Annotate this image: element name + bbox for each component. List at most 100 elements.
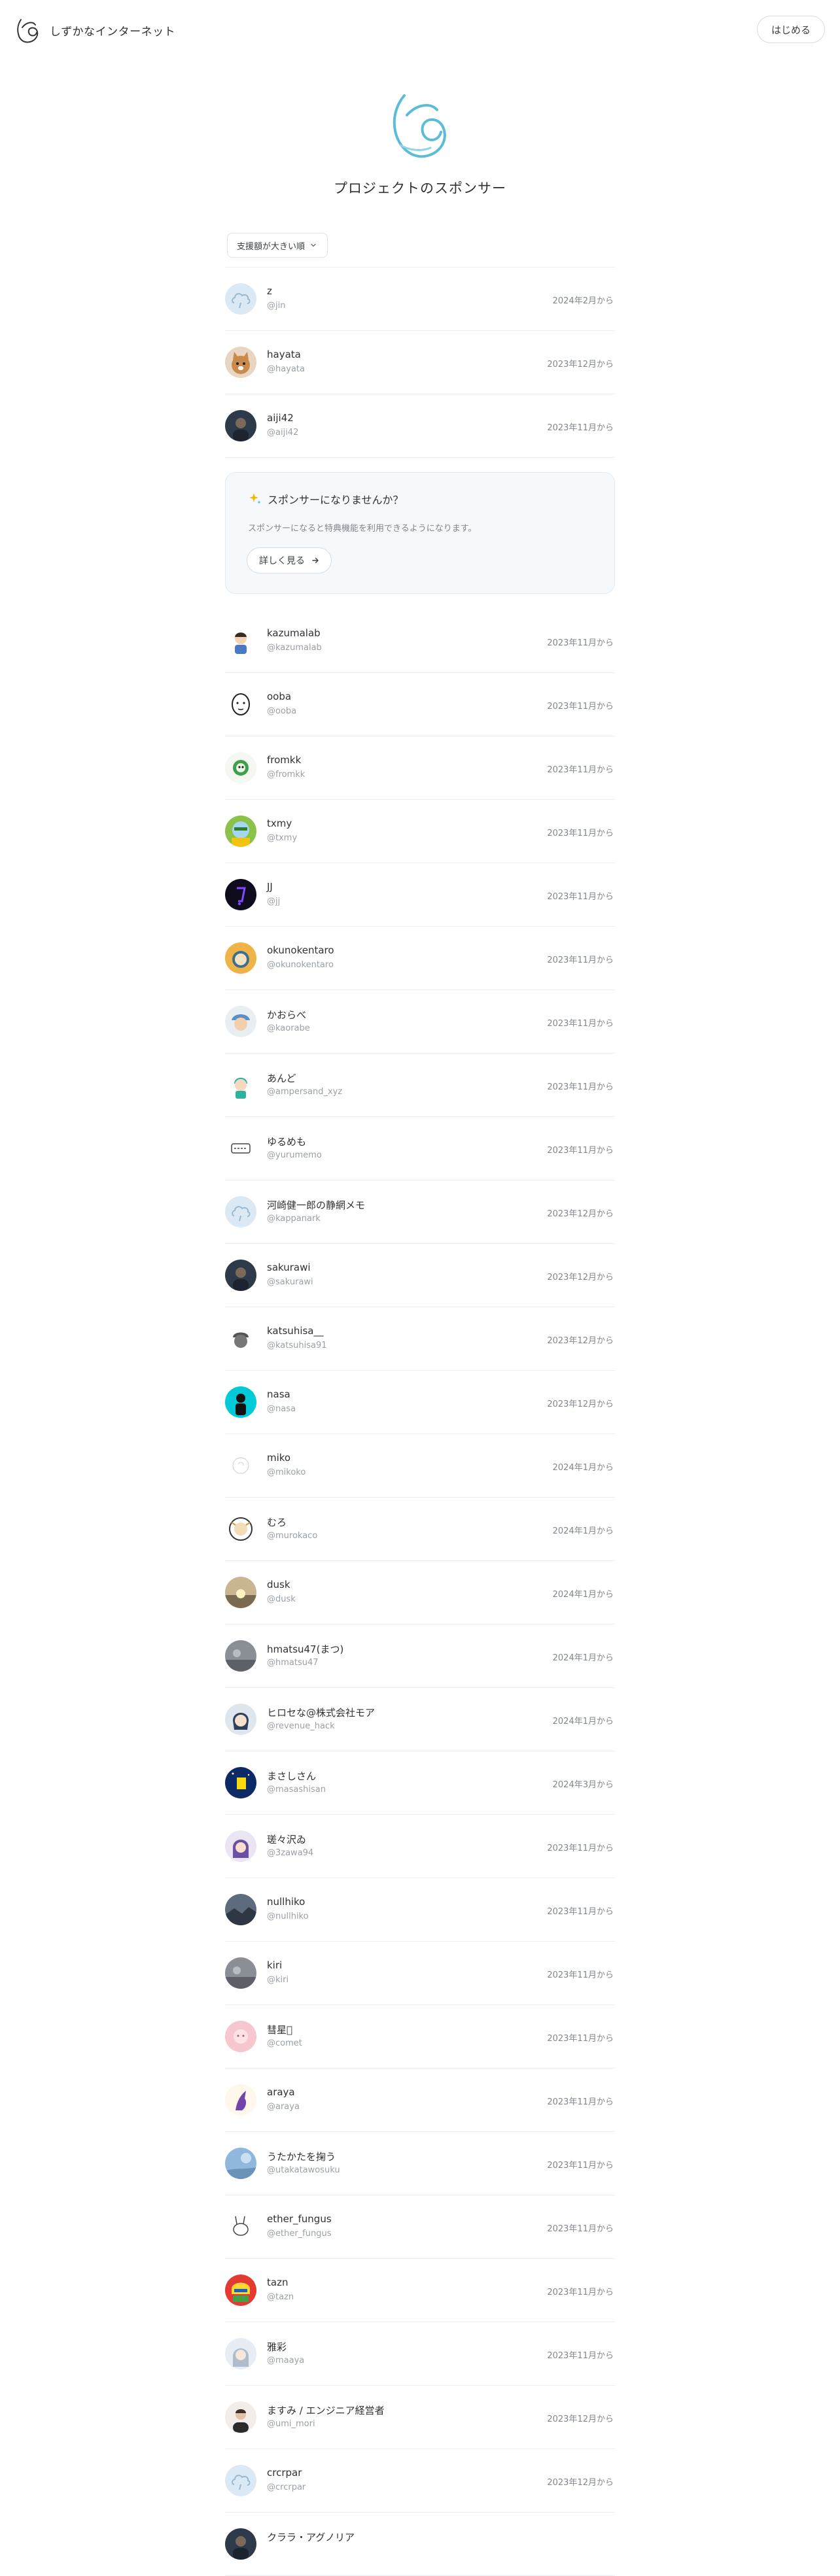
sponsor-since: 2023年12月から <box>547 1400 614 1409</box>
sponsor-handle: @dusk <box>267 1594 296 1604</box>
sponsor-since: 2023年12月から <box>547 1209 614 1219</box>
sponsor-row[interactable]: ヒロセな@株式会社モア @revenue_hack 2024年1月から <box>225 1688 615 1751</box>
promo-title: スポンサーになりませんか？ <box>248 491 404 507</box>
sponsor-since: 2024年2月から <box>552 296 614 306</box>
hero-logo-icon <box>393 94 446 158</box>
sort-dropdown[interactable]: 支援額が大きい順 <box>227 233 328 258</box>
avatar <box>225 347 256 378</box>
sponsor-name: かおらべ <box>267 1009 307 1021</box>
sponsor-name: txmy <box>267 817 292 829</box>
sponsor-row[interactable]: hmatsu47(まつ) @hmatsu47 2024年1月から <box>225 1624 615 1688</box>
sponsor-row[interactable]: nasa @nasa 2023年12月から <box>225 1371 615 1434</box>
sponsor-row[interactable]: クララ・アグノリア <box>225 2513 615 2576</box>
avatar <box>225 1069 256 1101</box>
sponsor-handle: @comet <box>267 2038 302 2048</box>
sponsor-row[interactable]: dusk @dusk 2024年1月から <box>225 1561 615 1624</box>
sponsor-since: 2023年11月から <box>547 2097 614 2107</box>
sponsor-name: 彗星  <box>267 2024 293 2036</box>
sponsor-handle: @masashisan <box>267 1785 326 1795</box>
sponsor-row[interactable]: sakurawi @sakurawi 2023年12月から <box>225 1244 615 1307</box>
sponsor-since: 2023年11月から <box>547 1146 614 1156</box>
sponsor-row[interactable]: まさしさん @masashisan 2024年3月から <box>225 1751 615 1815</box>
sponsor-row[interactable]: 彗星  @comet 2023年11月から <box>225 2005 615 2069</box>
avatar <box>225 1323 256 1354</box>
avatar <box>225 752 256 783</box>
sponsor-since: 2023年11月から <box>547 423 614 433</box>
avatar <box>225 1704 256 1735</box>
sponsor-handle: @jj <box>267 897 281 906</box>
sponsor-name: 瑳々沢ゐ <box>267 1834 307 1846</box>
sponsor-since: 2023年12月から <box>547 1336 614 1346</box>
sponsor-row[interactable]: katsuhisa__ @katsuhisa91 2023年12月から <box>225 1307 615 1371</box>
learn-more-button[interactable]: 詳しく見る <box>247 547 332 574</box>
sponsor-row[interactable]: ooba @ooba 2023年11月から <box>225 673 615 736</box>
sponsor-row[interactable]: kiri @kiri 2023年11月から <box>225 1942 615 2005</box>
sponsor-handle: @okunokentaro <box>267 960 334 970</box>
sponsor-handle: @revenue_hack <box>267 1721 335 1731</box>
avatar <box>225 942 256 974</box>
sponsor-handle: @hmatsu47 <box>267 1658 319 1668</box>
sponsor-name: 雅彩 <box>267 2341 287 2353</box>
sparkle-icon <box>249 493 261 504</box>
avatar <box>225 2338 256 2369</box>
sponsor-row[interactable]: nullhiko @nullhiko 2023年11月から <box>225 1878 615 1942</box>
avatar <box>225 2084 256 2116</box>
sponsor-name: クララ・アグノリア <box>267 2532 355 2543</box>
sponsor-handle: @mikoko <box>267 1468 306 1477</box>
sponsor-row[interactable]: かおらべ @kaorabe 2023年11月から <box>225 990 615 1054</box>
sponsor-row[interactable]: okunokentaro @okunokentaro 2023年11月から <box>225 927 615 990</box>
sponsor-row[interactable]: むろ @murokaco 2024年1月から <box>225 1498 615 1561</box>
sponsor-row[interactable]: JJ @jj 2023年11月から <box>225 863 615 927</box>
sponsor-handle: @sakurawi <box>267 1277 313 1287</box>
sponsor-row[interactable]: 瑳々沢ゐ @3zawa94 2023年11月から <box>225 1815 615 1878</box>
sponsor-handle: @umi_mori <box>267 2419 315 2429</box>
sponsor-handle: @crcrpar <box>267 2482 306 2492</box>
sponsor-since: 2023年11月から <box>547 2351 614 2361</box>
sponsor-row[interactable]: ether_fungus @ether_fungus 2023年11月から <box>225 2195 615 2259</box>
sponsor-row[interactable]: hayata @hayata 2023年12月から <box>225 331 615 394</box>
avatar <box>225 410 256 441</box>
avatar <box>225 2465 256 2496</box>
sponsor-row[interactable]: tazn @tazn 2023年11月から <box>225 2259 615 2322</box>
sponsor-handle: @ether_fungus <box>267 2229 332 2239</box>
sponsor-name: ゆるめも <box>267 1136 307 1148</box>
sponsor-row[interactable]: txmy @txmy 2023年11月から <box>225 800 615 863</box>
sponsor-row[interactable]: fromkk @fromkk 2023年11月から <box>225 736 615 800</box>
sponsor-row[interactable]: kazumalab @kazumalab 2023年11月から <box>225 610 615 673</box>
sponsor-since: 2023年11月から <box>547 2224 614 2234</box>
sponsor-name: うたかたを掬う <box>267 2151 336 2163</box>
brand-logo-icon <box>17 19 39 43</box>
sponsor-handle: @hayata <box>267 364 305 374</box>
sponsor-row[interactable]: ゆるめも @yurumemo 2023年11月から <box>225 1117 615 1180</box>
sponsor-since: 2024年1月から <box>552 1717 614 1726</box>
sponsor-handle: @kiri <box>267 1975 289 1985</box>
arrow-right-icon <box>312 557 319 564</box>
start-button[interactable]: はじめる <box>757 16 825 43</box>
sponsor-row[interactable]: ますみ / エンジニア経営者 @umi_mori 2023年12月から <box>225 2386 615 2449</box>
avatar <box>225 1196 256 1228</box>
sponsor-row[interactable]: aiji42 @aiji42 2023年11月から <box>225 394 615 458</box>
sponsor-row[interactable]: araya @araya 2023年11月から <box>225 2069 615 2132</box>
sponsor-handle: @tazn <box>267 2292 294 2302</box>
sponsor-since: 2024年1月から <box>552 1590 614 1600</box>
sponsor-row[interactable]: z @jin 2024年2月から <box>225 267 615 331</box>
brand-link[interactable]: しずかなインターネット <box>14 14 175 46</box>
sponsor-name: araya <box>267 2086 295 2098</box>
sponsor-name: okunokentaro <box>267 944 334 956</box>
sponsor-row[interactable]: miko @mikoko 2024年1月から <box>225 1434 615 1498</box>
sponsor-name: JJ <box>267 881 273 893</box>
sponsor-row[interactable]: あんど @ampersand_xyz 2023年11月から <box>225 1054 615 1117</box>
sponsor-row[interactable]: 雅彩 @maaya 2023年11月から <box>225 2322 615 2386</box>
sponsor-name: aiji42 <box>267 412 294 424</box>
sponsor-since: 2023年12月から <box>547 2478 614 2488</box>
sponsor-since: 2023年11月から <box>547 765 614 775</box>
sponsor-row[interactable]: うたかたを掬う @utakatawosuku 2023年11月から <box>225 2132 615 2195</box>
sponsor-since: 2023年11月から <box>547 2288 614 2297</box>
avatar <box>225 2275 256 2306</box>
sponsor-name: ヒロセな@株式会社モア <box>267 1707 376 1719</box>
sponsor-row[interactable]: crcrpar @crcrpar 2023年12月から <box>225 2449 615 2513</box>
sponsor-handle: @nasa <box>267 1404 296 1414</box>
sponsor-handle: @katsuhisa91 <box>267 1341 327 1350</box>
sponsor-row[interactable]: 河崎健一郎の静網メモ @kappanark 2023年12月から <box>225 1180 615 1244</box>
sponsor-name: nullhiko <box>267 1896 306 1908</box>
